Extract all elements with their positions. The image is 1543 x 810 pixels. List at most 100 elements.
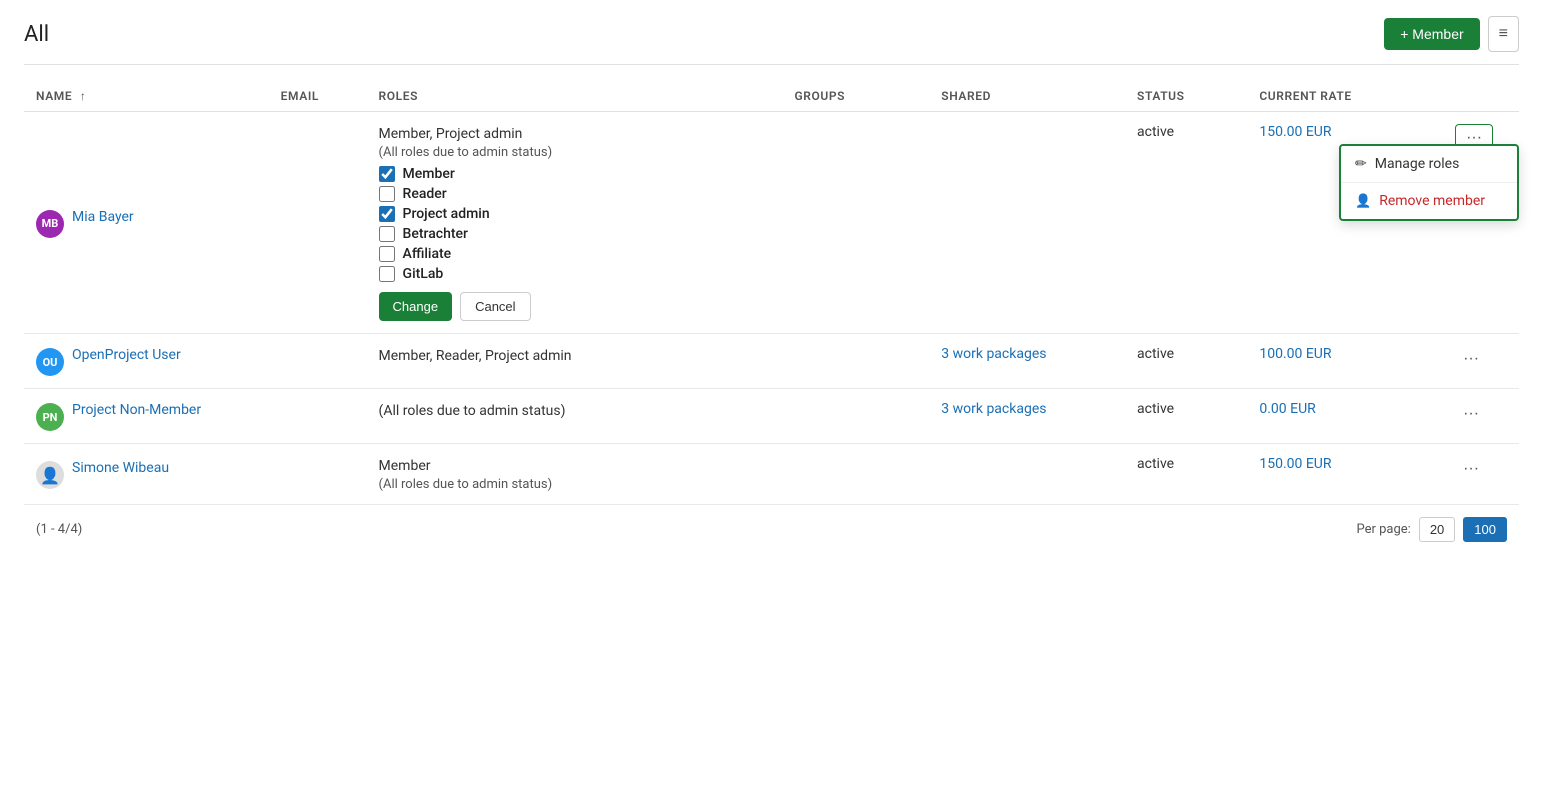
add-member-button[interactable]: + Member	[1384, 18, 1479, 50]
member-name-link[interactable]: OpenProject User	[72, 346, 181, 366]
name-cell: 👤 Simone Wibeau	[24, 444, 269, 505]
cancel-button[interactable]: Cancel	[460, 292, 530, 321]
rate-value: 100.00 EUR	[1259, 346, 1331, 362]
col-name[interactable]: NAME ↑	[24, 81, 269, 112]
checkbox-label-affiliate[interactable]: Affiliate	[403, 246, 452, 262]
role-checkbox-item: Reader	[379, 186, 771, 202]
checkbox-label-gitlab[interactable]: GitLab	[403, 266, 444, 282]
per-page-label: Per page:	[1356, 522, 1410, 537]
status-badge: active	[1137, 456, 1174, 472]
rate-value: 150.00 EUR	[1259, 124, 1331, 140]
member-name-wrapper: OU OpenProject User	[36, 346, 257, 376]
table-row: OU OpenProject User Member, Reader, Projec…	[24, 334, 1519, 389]
name-cell: MB Mia Bayer	[24, 112, 269, 334]
col-status: STATUS	[1125, 81, 1247, 112]
groups-cell	[782, 389, 929, 444]
filter-button[interactable]: ≡	[1488, 16, 1519, 52]
checkbox-label-reader[interactable]: Reader	[403, 186, 447, 202]
checkbox-gitlab[interactable]	[379, 266, 395, 282]
per-page-100[interactable]: 100	[1463, 517, 1507, 542]
member-name-link[interactable]: Mia Bayer	[72, 208, 134, 228]
rate-cell: 0.00 EUR	[1247, 389, 1443, 444]
page-title: All	[24, 22, 49, 47]
roles-display: (All roles due to admin status)	[379, 401, 771, 422]
checkbox-affiliate[interactable]	[379, 246, 395, 262]
name-cell: PN Project Non-Member	[24, 389, 269, 444]
avatar: MB	[36, 210, 64, 238]
checkbox-label-member[interactable]: Member	[403, 166, 455, 182]
col-roles: ROLES	[367, 81, 783, 112]
table-footer: (1 - 4/4) Per page: 20 100	[24, 505, 1519, 554]
status-cell: active	[1125, 444, 1247, 505]
roles-display: Member, Project admin	[379, 124, 771, 145]
checkbox-label-betrachter[interactable]: Betrachter	[403, 226, 468, 242]
work-packages-link[interactable]: 3 work packages	[941, 401, 1046, 417]
avatar: OU	[36, 348, 64, 376]
shared-cell	[929, 112, 1125, 334]
manage-roles-label: Manage roles	[1375, 156, 1460, 172]
checkbox-label-project-admin[interactable]: Project admin	[403, 206, 490, 222]
avatar: PN	[36, 403, 64, 431]
col-actions	[1443, 81, 1519, 112]
filter-icon: ≡	[1499, 25, 1508, 42]
roles-display: Member, Reader, Project admin	[379, 346, 771, 367]
actions-cell: ···✏Manage roles👤Remove member	[1443, 112, 1519, 334]
pagination-text: (1 - 4/4)	[36, 522, 82, 537]
members-table-wrapper: NAME ↑ EMAIL ROLES GROUPS SHARED STATUS …	[24, 81, 1519, 505]
change-button[interactable]: Change	[379, 292, 453, 321]
per-page-controls: Per page: 20 100	[1356, 517, 1507, 542]
roles-display: Member	[379, 456, 771, 477]
role-checkbox-item: Affiliate	[379, 246, 771, 262]
member-name-wrapper: PN Project Non-Member	[36, 401, 257, 431]
role-checkbox-item: Betrachter	[379, 226, 771, 242]
checkbox-reader[interactable]	[379, 186, 395, 202]
shared-cell: 3 work packages	[929, 389, 1125, 444]
email-cell	[269, 389, 367, 444]
role-checkbox-item: Member	[379, 166, 771, 182]
checkbox-project-admin[interactable]	[379, 206, 395, 222]
actions-menu-button[interactable]: ···	[1455, 401, 1487, 427]
table-row: PN Project Non-Member (All roles due to ad…	[24, 389, 1519, 444]
status-badge: active	[1137, 124, 1174, 140]
page-header: All + Member ≡	[24, 16, 1519, 65]
member-name-wrapper: MB Mia Bayer	[36, 208, 257, 238]
status-cell: active	[1125, 334, 1247, 389]
table-header: NAME ↑ EMAIL ROLES GROUPS SHARED STATUS …	[24, 81, 1519, 112]
manage-roles-item[interactable]: ✏ Manage roles	[1341, 146, 1517, 182]
rate-cell: 100.00 EUR	[1247, 334, 1443, 389]
status-badge: active	[1137, 346, 1174, 362]
header-actions: + Member ≡	[1384, 16, 1519, 52]
rate-value: 150.00 EUR	[1259, 456, 1331, 472]
sort-icon: ↑	[80, 89, 87, 103]
remove-member-item[interactable]: 👤Remove member	[1341, 183, 1517, 219]
edit-icon: ✏	[1355, 156, 1367, 172]
actions-cell: ···	[1443, 334, 1519, 389]
dropdown-menu: ✏ Manage roles 👤Remove member	[1339, 144, 1519, 221]
member-name-link[interactable]: Simone Wibeau	[72, 459, 169, 479]
role-checkbox-item: Project admin	[379, 206, 771, 222]
avatar: 👤	[36, 461, 64, 489]
checkbox-member[interactable]	[379, 166, 395, 182]
table-row: MB Mia Bayer Member, Project admin(All rol…	[24, 112, 1519, 334]
status-badge: active	[1137, 401, 1174, 417]
checkbox-betrachter[interactable]	[379, 226, 395, 242]
shared-cell	[929, 444, 1125, 505]
roles-cell: Member, Reader, Project admin	[367, 334, 783, 389]
roles-cell: (All roles due to admin status)	[367, 389, 783, 444]
groups-cell	[782, 444, 929, 505]
roles-cell: Member(All roles due to admin status)	[367, 444, 783, 505]
per-page-20[interactable]: 20	[1419, 517, 1455, 542]
groups-cell	[782, 334, 929, 389]
member-name-link[interactable]: Project Non-Member	[72, 401, 201, 421]
actions-menu-button[interactable]: ···	[1455, 346, 1487, 372]
roles-cell: Member, Project admin(All roles due to a…	[367, 112, 783, 334]
remove-member-icon: 👤	[1355, 194, 1371, 209]
actions-menu-button[interactable]: ···	[1455, 456, 1487, 482]
groups-cell	[782, 112, 929, 334]
table-row: 👤 Simone Wibeau Member(All roles due to ad…	[24, 444, 1519, 505]
work-packages-link[interactable]: 3 work packages	[941, 346, 1046, 362]
role-actions: ChangeCancel	[379, 292, 771, 321]
roles-note: (All roles due to admin status)	[379, 145, 771, 160]
rate-value: 0.00 EUR	[1259, 401, 1315, 417]
email-cell	[269, 112, 367, 334]
